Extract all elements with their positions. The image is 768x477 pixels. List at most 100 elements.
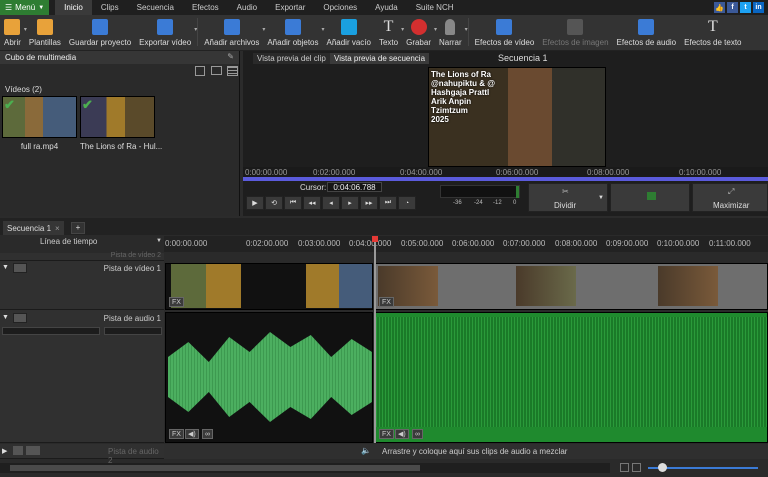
media-thumbnail-1[interactable]: ✔ (2, 96, 77, 138)
audio-clip-2[interactable]: FX ◀) ∞ (375, 312, 768, 443)
chevron-down-icon: ▼ (156, 238, 162, 244)
zoom-slider-thumb[interactable] (658, 463, 667, 472)
fx-button[interactable]: FX (379, 429, 394, 439)
new-folder-icon[interactable] (211, 66, 222, 75)
track-header-audio2: ▶ Pista de audio 2 (0, 444, 164, 465)
audio-clip-1[interactable]: FX ◀) ∞ (165, 312, 373, 443)
video-effects-button[interactable]: Efectos de vídeo (471, 14, 539, 50)
pan-slider[interactable] (104, 327, 162, 335)
export-video-button[interactable]: Exportar vídeo ▾ (135, 14, 197, 50)
tab-suite-nch[interactable]: Suite NCH (407, 0, 463, 15)
image-effects-button[interactable]: Efectos de imagen (538, 14, 612, 50)
play-icon[interactable]: ▶ (246, 196, 264, 210)
add-objects-button[interactable]: Añadir objetos ▾ (263, 14, 325, 50)
collapse-icon[interactable]: ▼ (2, 264, 9, 271)
tab-exportar[interactable]: Exportar (266, 0, 314, 15)
link-button[interactable]: ∞ (412, 429, 423, 439)
preview-ruler[interactable]: 0:00:00.000 0:02:00.000 0:04:00.000 0:06… (243, 167, 768, 177)
templates-button[interactable]: Plantillas (25, 14, 65, 50)
record-button[interactable]: Grabar ▾ (402, 14, 437, 50)
meter-tick: -36 (453, 200, 462, 206)
add-files-button[interactable]: Añadir archivos ▾ (200, 14, 265, 50)
maximize-label: Maximizar (713, 201, 750, 210)
tab-clip-preview[interactable]: Vista previa del clip (253, 53, 330, 64)
volume-button[interactable]: ◀) (395, 429, 409, 439)
tab-clips[interactable]: Clips (92, 0, 128, 15)
scroll-thumb[interactable] (10, 465, 420, 471)
video-clip-2[interactable]: FX (375, 263, 768, 310)
text-button[interactable]: T Texto ▾ (375, 14, 404, 50)
tab-inicio[interactable]: Inicio (55, 0, 92, 15)
tab-opciones[interactable]: Opciones (314, 0, 366, 15)
tab-ayuda[interactable]: Ayuda (366, 0, 407, 15)
speed-icon[interactable]: ◔ (398, 196, 416, 210)
track-header-video2: Pista de vídeo 2 (0, 252, 164, 261)
tab-sequence-preview[interactable]: Vista previa de secuencia (330, 53, 430, 64)
tab-sequence-1[interactable]: Secuencia 1 × (3, 221, 64, 235)
media-thumbnail-2[interactable]: ✔ (80, 96, 155, 138)
split-button[interactable]: ✂ Dividir ▼ (528, 183, 608, 212)
save-project-button[interactable]: Guardar proyecto (65, 14, 135, 50)
facebook-icon[interactable]: f (727, 2, 738, 13)
add-sequence-button[interactable]: + (71, 222, 85, 234)
next-frame-icon[interactable]: ▸ (341, 196, 359, 210)
close-icon[interactable]: × (55, 224, 60, 233)
step-forward-icon[interactable]: ▸▸ (360, 196, 378, 210)
group-icon[interactable] (26, 446, 40, 455)
zoom-out-icon[interactable] (620, 463, 629, 472)
timeline-ruler[interactable]: 0:00:00.000 0:02:00.000 0:03:00.000 0:04… (164, 236, 768, 252)
audio-effects-button[interactable]: Efectos de audio (613, 14, 681, 50)
loop-icon[interactable]: ⟲ (265, 196, 283, 210)
fx-button[interactable]: FX (169, 297, 184, 307)
track-name: Pista de vídeo 1 (103, 264, 161, 273)
link-button[interactable]: ∞ (202, 429, 213, 439)
text-effects-icon: T (707, 18, 718, 35)
ruler-tick: 0:10:00.000 (657, 239, 700, 248)
like-icon[interactable]: 👍 (714, 2, 725, 13)
delete-icon[interactable] (195, 66, 205, 76)
record-label: Grabar (406, 38, 431, 47)
clip-thumbnail (306, 264, 372, 308)
playhead[interactable] (372, 236, 378, 443)
linkedin-icon[interactable]: in (753, 2, 764, 13)
timeline-view-dropdown[interactable]: Línea de tiempo ▼ (40, 237, 162, 249)
tab-audio[interactable]: Audio (228, 0, 266, 15)
step-back-icon[interactable]: ◂◂ (303, 196, 321, 210)
video-clip-1[interactable]: FX (165, 263, 373, 310)
chevron-down-icon[interactable]: ▼ (598, 195, 604, 201)
text-effects-button[interactable]: T Efectos de texto (680, 14, 745, 50)
narrate-button[interactable]: Narrar ▾ (435, 14, 468, 50)
volume-button[interactable]: ◀) (185, 429, 199, 439)
preview-video-frame: The Lions of Ra @nahupiktu & @ Hashgaja … (428, 67, 606, 167)
audio-drop-zone[interactable]: 🔈 Arrastre y coloque aquí sus clips de a… (164, 444, 768, 459)
main-menu-button[interactable]: ☰ Menú ▼ (0, 0, 50, 15)
tab-secuencia[interactable]: Secuencia (128, 0, 183, 15)
expand-icon[interactable]: ▶ (2, 447, 7, 455)
fx-button[interactable]: FX (169, 429, 184, 439)
open-button[interactable]: Abrir ▾ (0, 14, 27, 50)
speaker-icon[interactable] (13, 313, 27, 323)
timeline-view-label: Línea de tiempo (40, 237, 98, 246)
tab-efectos[interactable]: Efectos (183, 0, 228, 15)
list-view-icon[interactable] (227, 66, 238, 76)
collapse-icon[interactable]: ▼ (2, 314, 9, 321)
menu-icon: ☰ (5, 3, 13, 12)
horizontal-scrollbar[interactable] (0, 463, 610, 473)
eye-icon[interactable] (13, 263, 27, 273)
pin-icon[interactable]: ✎ (227, 52, 234, 61)
fx-button[interactable]: FX (379, 297, 394, 307)
zoom-in-icon[interactable] (632, 463, 641, 472)
ruler-tick: 0:06:00.000 (496, 168, 539, 177)
volume-slider[interactable] (2, 327, 100, 335)
go-start-icon[interactable]: ⏮ (284, 196, 302, 210)
maximize-button[interactable]: ⤢ Maximizar (692, 183, 768, 212)
preview-progress-bar[interactable] (243, 177, 768, 181)
media-item-name: full ra.mp4 (20, 142, 59, 151)
twitter-icon[interactable]: t (740, 2, 751, 13)
prev-frame-icon[interactable]: ◂ (322, 196, 340, 210)
go-end-icon[interactable]: ⏭ (379, 196, 397, 210)
add-blank-button[interactable]: Añadir vacío (323, 14, 375, 50)
mute-icon[interactable] (13, 446, 23, 455)
snapshot-button[interactable] (610, 183, 690, 212)
cursor-time-field[interactable]: 0:04:06.788 (327, 182, 382, 192)
